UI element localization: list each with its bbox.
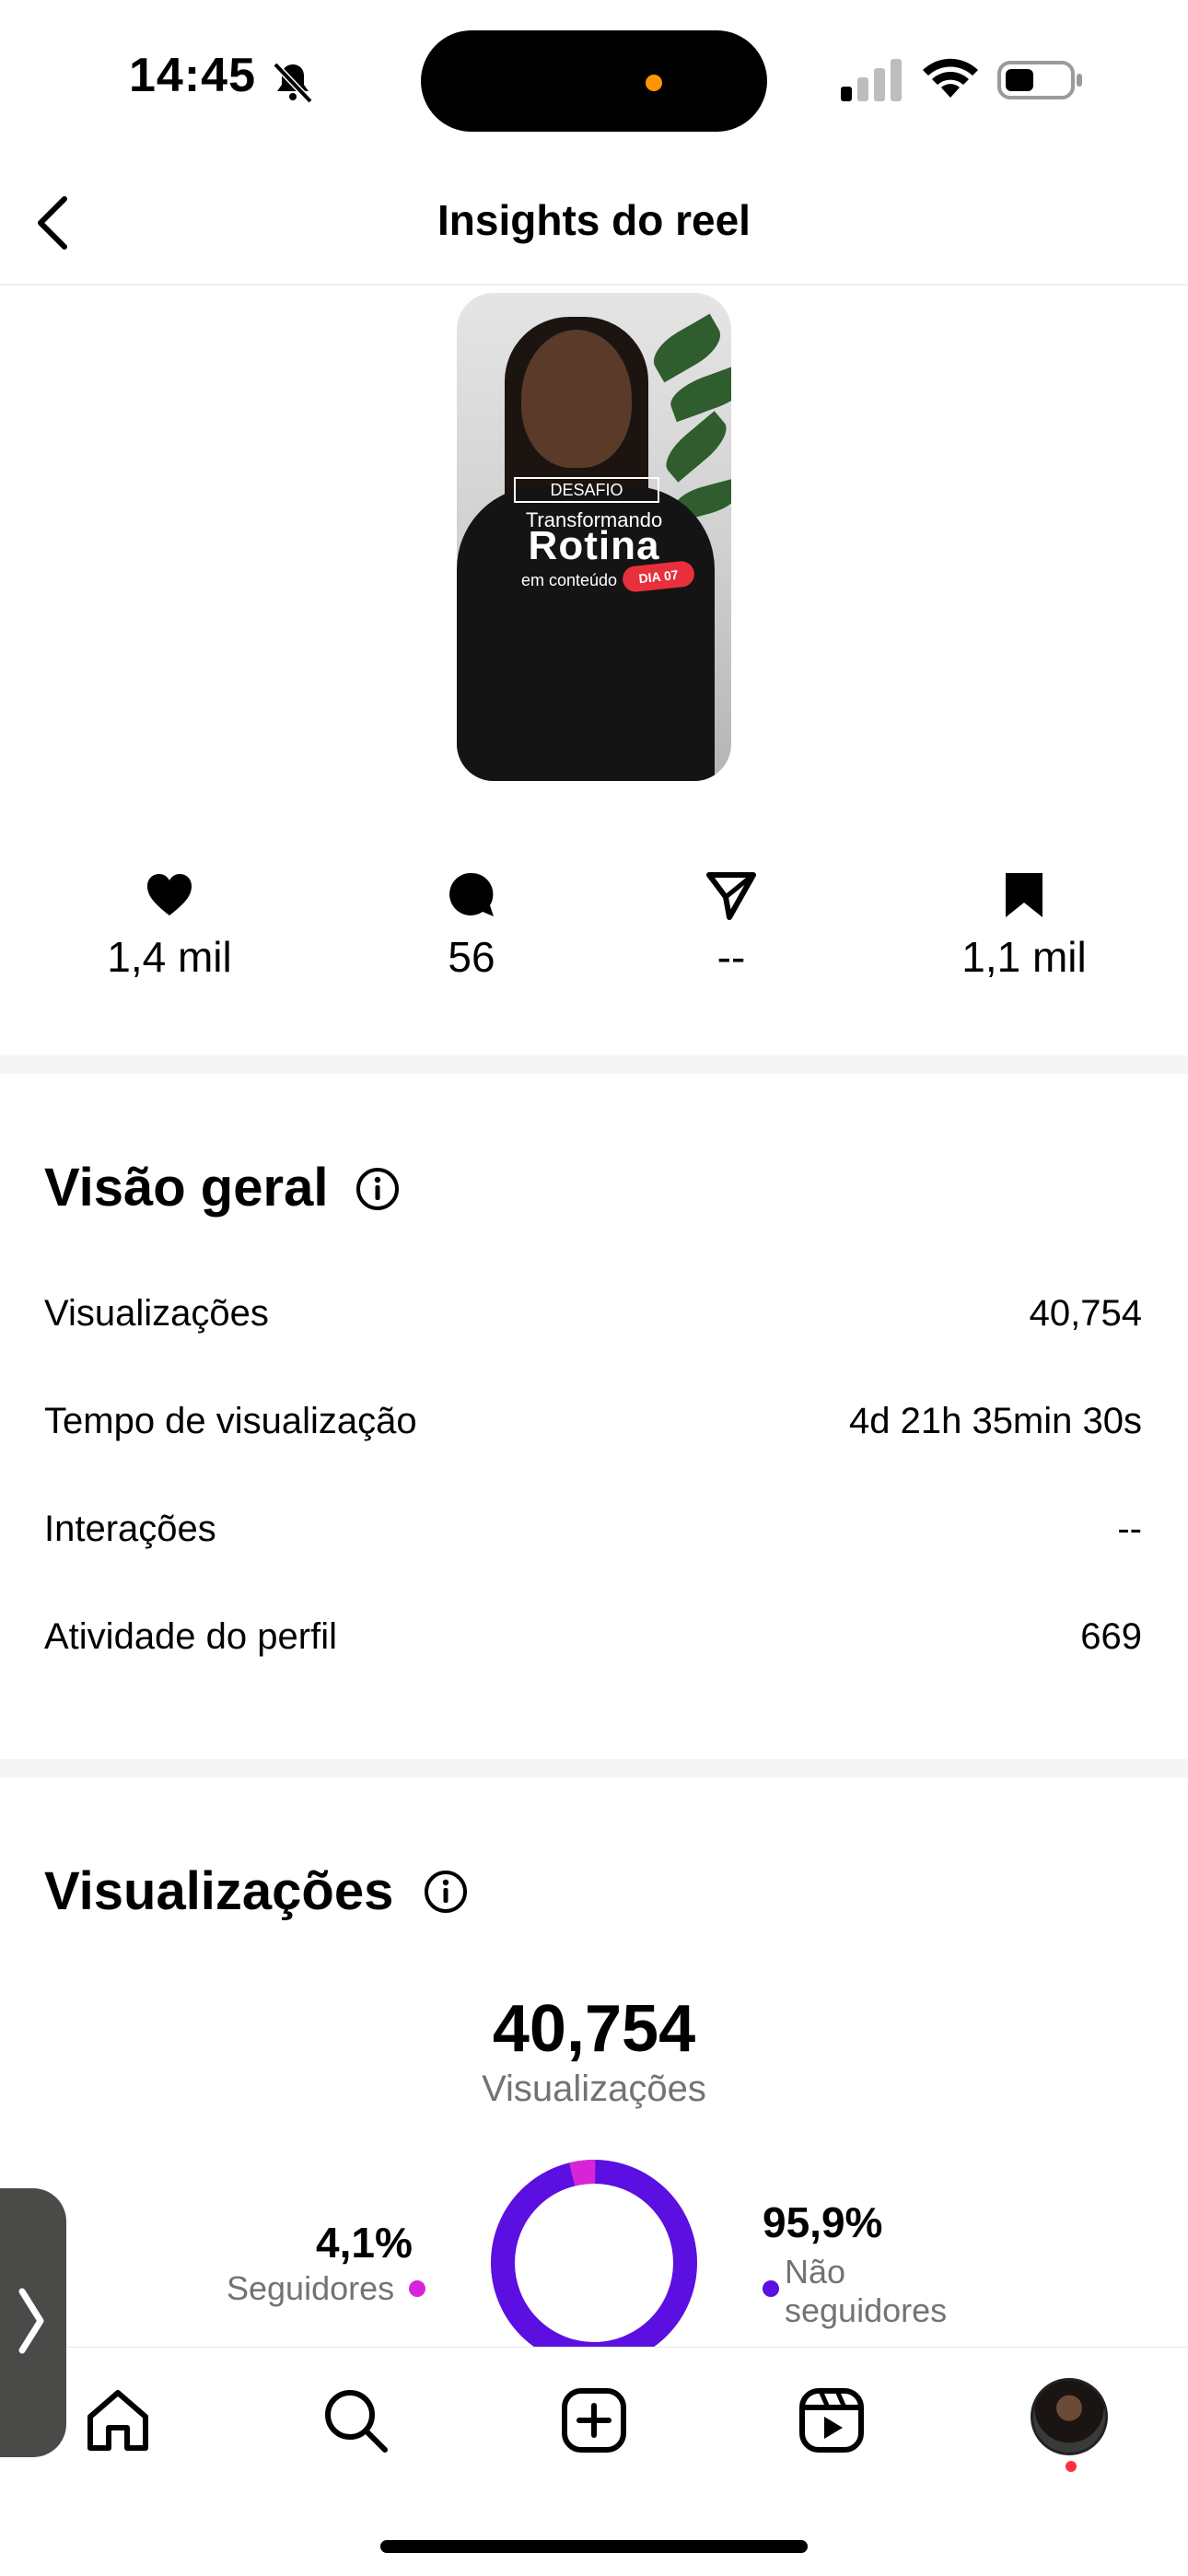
info-icon[interactable] [355, 1166, 401, 1212]
non-followers-label: seguidores [785, 2291, 948, 2329]
reel-thumbnail[interactable]: DESAFIO Transformando Rotina em conteúdo… [457, 293, 731, 781]
followers-label: Seguidores [227, 2269, 395, 2307]
bookmark-icon [1006, 873, 1042, 917]
overview-row-label: Interações [44, 1509, 216, 1549]
likes-count: 1,4 mil [107, 933, 232, 981]
views-total-label: Visualizações [482, 2069, 706, 2109]
non-followers-label: Não [785, 2253, 846, 2290]
overview-row-value: 4d 21h 35min 30s [848, 1401, 1142, 1441]
overview-row-value: 669 [1080, 1616, 1142, 1657]
battery-icon [997, 61, 1082, 99]
views-donut-chart [491, 2160, 697, 2366]
section-divider [0, 1055, 1188, 1074]
overview-row-label: Atividade do perfil [44, 1616, 337, 1657]
dynamic-island [421, 30, 767, 132]
non-followers-legend-dot [763, 2280, 779, 2297]
views-total: 40,754 [492, 1992, 696, 2066]
followers-percent: 4,1% [316, 2219, 413, 2267]
comment-icon [449, 872, 494, 916]
cellular-signal-icon [841, 59, 902, 101]
info-icon[interactable] [423, 1869, 469, 1915]
page-title: Insights do reel [437, 196, 751, 244]
donut-non-followers [491, 2160, 697, 2366]
overview-row-value: 40,754 [1029, 1293, 1142, 1334]
thumbnail-tag: DESAFIO [514, 477, 659, 503]
profile-avatar[interactable] [1031, 2378, 1108, 2455]
followers-legend-dot [409, 2280, 425, 2297]
wifi-icon [923, 58, 978, 98]
home-indicator[interactable] [380, 2540, 808, 2553]
camera-indicator [646, 75, 662, 91]
create-post-icon[interactable] [559, 2385, 629, 2455]
chevron-right-icon[interactable] [13, 2284, 50, 2358]
views-title: Visualizações [44, 1861, 394, 1921]
section-divider [0, 1759, 1188, 1778]
person-face [521, 330, 632, 468]
header-divider [0, 284, 1188, 286]
thumbnail-line3: em conteúdo [521, 571, 618, 589]
send-icon [706, 872, 756, 920]
heart-icon [147, 874, 192, 915]
home-icon[interactable] [83, 2385, 153, 2455]
search-icon[interactable] [320, 2385, 390, 2455]
reels-icon[interactable] [797, 2385, 867, 2455]
non-followers-percent: 95,9% [763, 2198, 883, 2246]
comments-count: 56 [448, 933, 495, 981]
overview-row-label: Tempo de visualização [44, 1401, 417, 1441]
overview-title: Visão geral [44, 1158, 329, 1218]
notification-dot [1066, 2461, 1077, 2472]
shares-count: -- [716, 933, 746, 981]
saves-count: 1,1 mil [961, 933, 1087, 981]
silent-bell-icon [273, 62, 313, 104]
overview-row-label: Visualizações [44, 1293, 269, 1334]
overview-row-value: -- [1117, 1509, 1142, 1549]
status-time: 14:45 [129, 49, 256, 102]
thumbnail-line2: Rotina [528, 523, 660, 568]
